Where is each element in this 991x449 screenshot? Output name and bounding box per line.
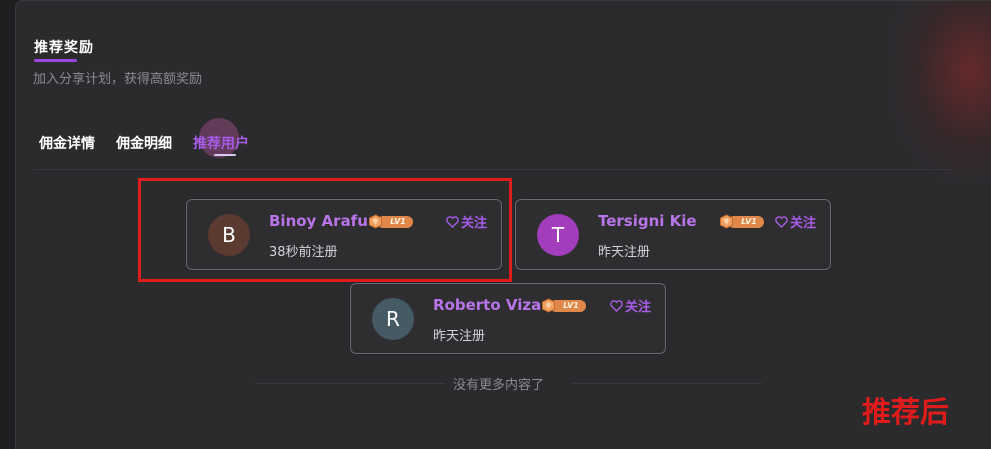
follow-label: 关注 bbox=[625, 300, 652, 315]
follow-button[interactable]: 关注 bbox=[610, 296, 651, 315]
corner-glow bbox=[891, 1, 991, 181]
user-name[interactable]: Tersigni Kie bbox=[598, 212, 697, 230]
tab-referred-users[interactable]: 推荐用户 bbox=[193, 133, 249, 153]
user-card: T Tersigni Kie LV1 关注 昨天注册 bbox=[515, 199, 831, 270]
level-badge: LV1 bbox=[719, 214, 764, 229]
registered-time: 昨天注册 bbox=[433, 329, 486, 344]
follow-button[interactable]: 关注 bbox=[775, 212, 816, 231]
tab-commission-details[interactable]: 佣金详情 bbox=[39, 133, 95, 153]
avatar: R bbox=[372, 298, 414, 340]
level-badge: LV1 bbox=[541, 298, 586, 313]
section-title: 推荐奖励 bbox=[34, 40, 94, 56]
no-more-content: 没有更多内容了 bbox=[453, 378, 545, 393]
follow-label: 关注 bbox=[790, 216, 817, 231]
tab-divider bbox=[33, 169, 953, 170]
user-name[interactable]: Roberto Viza bbox=[433, 296, 541, 314]
avatar: T bbox=[537, 214, 579, 256]
gem-icon bbox=[720, 214, 733, 229]
empty-divider-right bbox=[572, 383, 762, 384]
user-card: R Roberto Viza LV1 关注 昨天注册 bbox=[350, 283, 666, 354]
annotation-label: 推荐后 bbox=[862, 395, 950, 429]
active-tab-underline bbox=[214, 154, 236, 156]
gem-icon bbox=[542, 298, 555, 313]
heart-icon bbox=[775, 216, 788, 228]
section-title-underline bbox=[34, 59, 77, 62]
empty-divider-left bbox=[255, 383, 445, 384]
highlight-box bbox=[138, 178, 512, 282]
heart-icon bbox=[610, 300, 623, 312]
tab-commission-breakdown[interactable]: 佣金明细 bbox=[116, 133, 172, 153]
section-subtitle: 加入分享计划，获得高额奖励 bbox=[33, 72, 203, 87]
registered-time: 昨天注册 bbox=[598, 245, 651, 260]
